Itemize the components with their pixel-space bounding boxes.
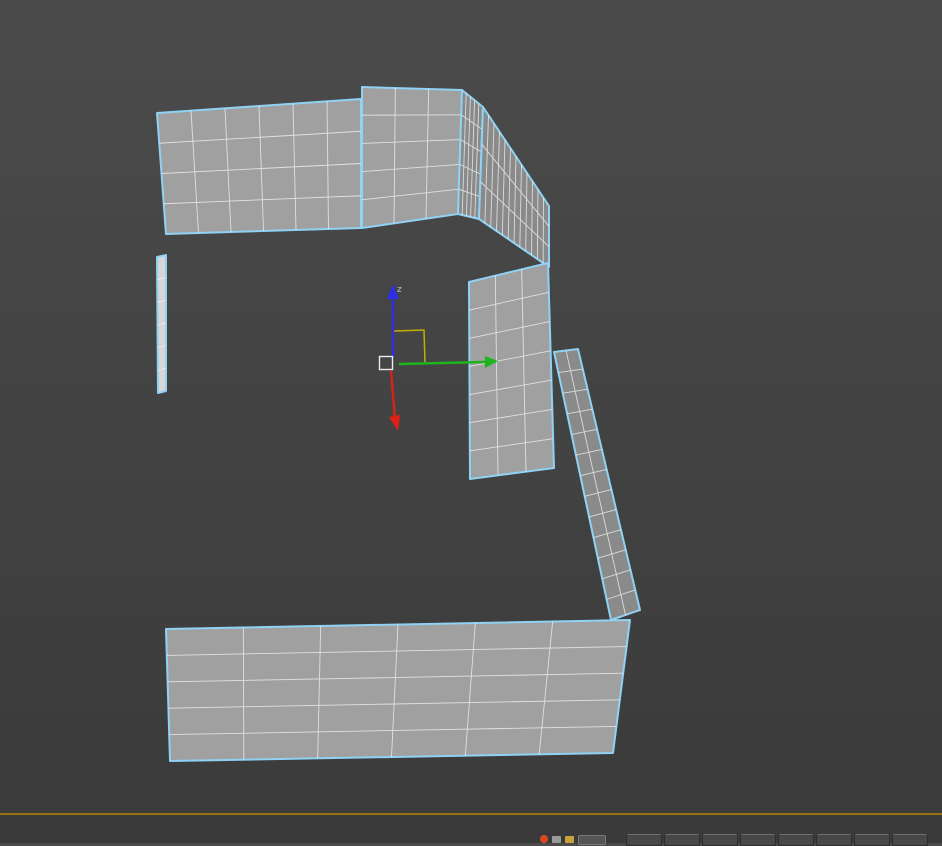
statusbar-field-fragment[interactable] xyxy=(578,835,606,845)
statusbar-button[interactable] xyxy=(664,834,700,846)
statusbar-glyph-icon[interactable] xyxy=(552,836,561,843)
wall-left-sliver[interactable] xyxy=(157,255,166,393)
statusbar-button[interactable] xyxy=(702,834,738,846)
viewport-canvas[interactable]: z xyxy=(0,0,942,843)
statusbar-button[interactable] xyxy=(854,834,890,846)
statusbar-button[interactable] xyxy=(892,834,928,846)
gizmo-x-arrowhead[interactable] xyxy=(389,415,400,431)
wall-right-upper[interactable] xyxy=(479,107,549,267)
gizmo-plane-handle[interactable] xyxy=(394,330,425,363)
gizmo-z-label: z xyxy=(397,285,402,295)
wall-top-mid[interactable] xyxy=(362,87,462,228)
statusbar-fragment xyxy=(540,832,942,843)
statusbar-button[interactable] xyxy=(778,834,814,846)
status-dot-icon xyxy=(540,835,548,843)
gizmo-x-axis[interactable] xyxy=(391,371,395,419)
wall-top-left[interactable] xyxy=(157,99,361,234)
wall-bottom[interactable] xyxy=(166,620,630,761)
wall-right-lower[interactable] xyxy=(554,349,640,620)
wall-mid-right[interactable] xyxy=(469,263,554,479)
statusbar-buttons xyxy=(626,834,928,846)
statusbar-button[interactable] xyxy=(626,834,662,846)
statusbar-button[interactable] xyxy=(816,834,852,846)
timeline-track-line[interactable] xyxy=(0,813,942,815)
statusbar-glyph-icon[interactable] xyxy=(565,836,574,843)
gizmo-center-handle[interactable] xyxy=(380,357,393,370)
statusbar-button[interactable] xyxy=(740,834,776,846)
